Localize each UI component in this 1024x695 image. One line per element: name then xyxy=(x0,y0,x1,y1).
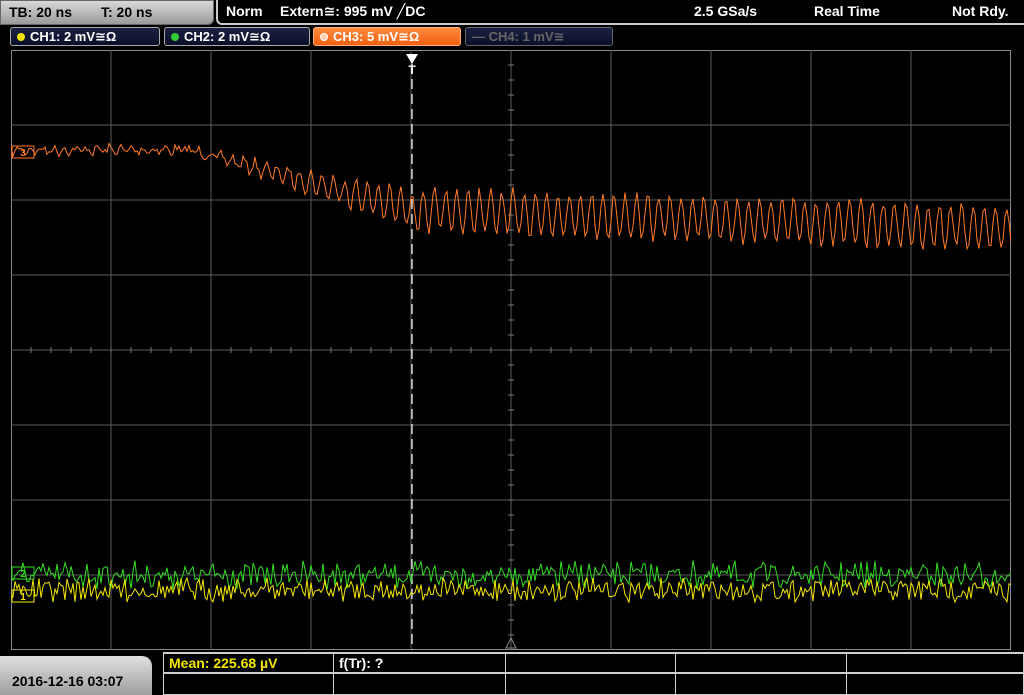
timebase-box[interactable]: TB: 20 ns T: 20 ns xyxy=(0,0,214,25)
svg-text:2: 2 xyxy=(20,569,26,580)
trigger-source: Extern≅: 995 mV ╱DC xyxy=(280,3,426,19)
channel-1-label: CH1: 2 mV≅Ω xyxy=(30,29,117,44)
channel-2-label: CH2: 2 mV≅Ω xyxy=(184,29,271,44)
acquisition-status-row[interactable]: Norm Extern≅: 995 mV ╱DC 2.5 GSa/s Real … xyxy=(216,0,1024,25)
measurement-rise-frequency: f(Tr): ? xyxy=(339,655,384,671)
channel-2-button[interactable]: CH2: 2 mV≅Ω xyxy=(164,27,310,46)
channel-3-ground-marker: 3 xyxy=(11,145,35,159)
measurement-mean: Mean: 225.68 µV xyxy=(169,655,278,671)
sample-rate: 2.5 GSa/s xyxy=(694,3,758,19)
svg-text:1: 1 xyxy=(20,592,26,603)
channel-1-ground-marker: 1 xyxy=(11,589,35,603)
svg-text:3: 3 xyxy=(20,148,26,159)
channel-3-dot-icon xyxy=(320,33,328,41)
date-time-box: 2016-12-16 03:07 xyxy=(0,656,152,695)
waveform-graticule: T 3 2 1 xyxy=(10,49,1012,651)
acquisition-mode: Real Time xyxy=(814,3,880,19)
measurement-table[interactable]: Mean: 225.68 µV f(Tr): ? xyxy=(163,652,1024,695)
ready-status: Not Rdy. xyxy=(952,3,1009,19)
gridlines xyxy=(10,49,1012,651)
trigger-marker-label: T xyxy=(408,63,416,77)
trigger-mode: Norm xyxy=(226,3,263,19)
channel-4-label: — CH4: 1 mV≅ xyxy=(472,29,565,44)
waveform-display[interactable]: T 3 2 1 xyxy=(10,49,1012,651)
measurement-bar: 2016-12-16 03:07 Mean: 225.68 µV f(Tr): … xyxy=(0,652,1024,695)
channel-3-label: CH3: 5 mV≅Ω xyxy=(333,29,420,44)
channel-2-dot-icon xyxy=(171,33,179,41)
channel-3-button[interactable]: CH3: 5 mV≅Ω xyxy=(313,27,461,46)
channel-4-button[interactable]: — CH4: 1 mV≅ xyxy=(465,27,613,46)
trigger-time-label: T: 20 ns xyxy=(101,4,153,20)
date-time: 2016-12-16 03:07 xyxy=(12,673,124,689)
timebase-label: TB: 20 ns xyxy=(9,4,73,20)
channel-2-ground-marker: 2 xyxy=(11,566,35,580)
status-bar: TB: 20 ns T: 20 ns Norm Extern≅: 995 mV … xyxy=(0,0,1024,25)
channel-1-button[interactable]: CH1: 2 mV≅Ω xyxy=(10,27,160,46)
channel-1-dot-icon xyxy=(17,33,25,41)
